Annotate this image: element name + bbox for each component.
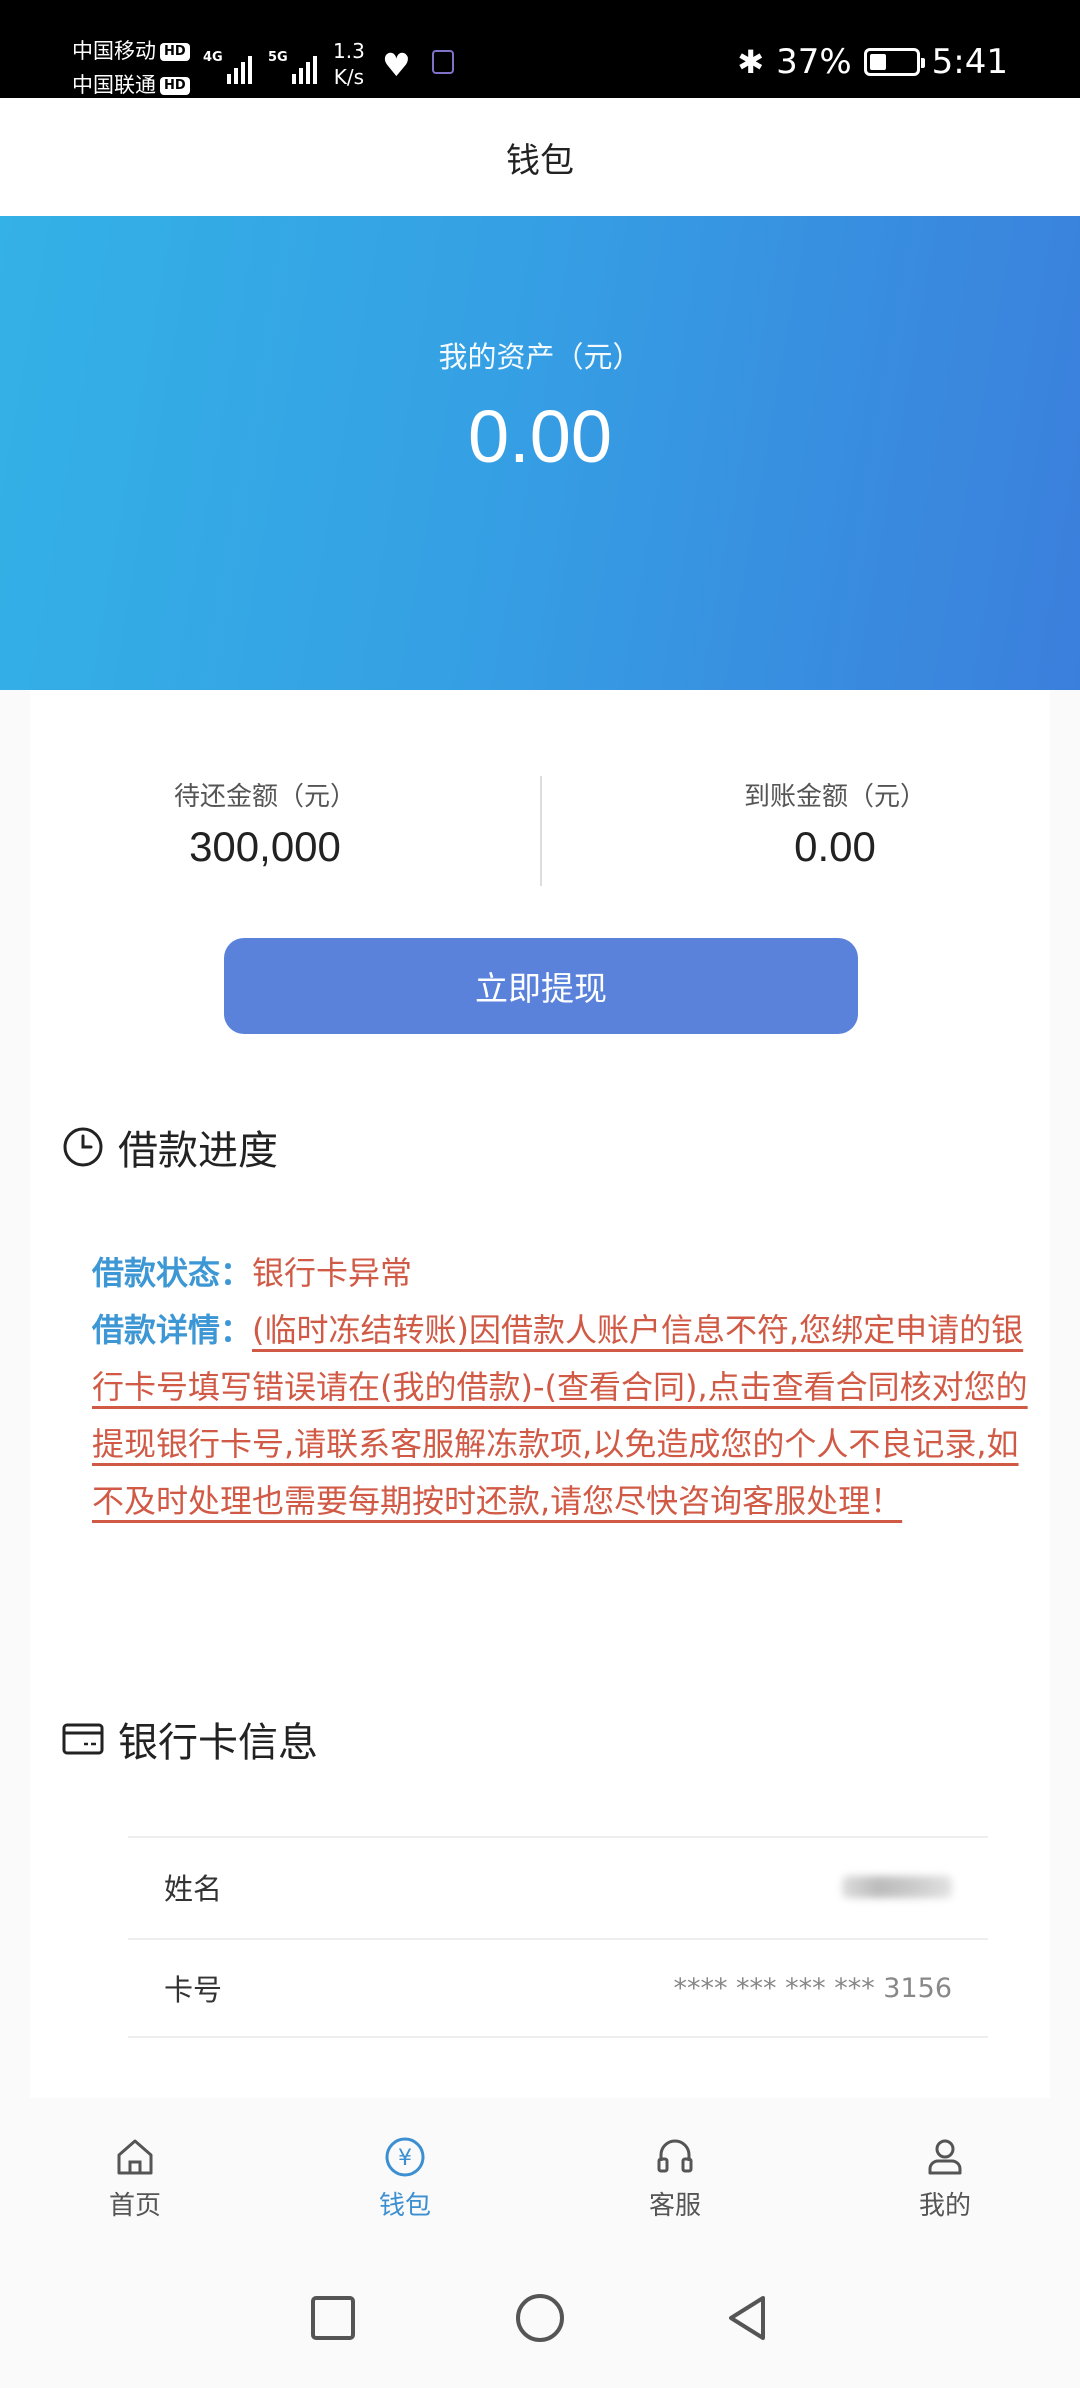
- app-notification-icon: [432, 50, 454, 74]
- pending-repay-label: 待还金额（元）: [173, 782, 356, 812]
- bank-name-row: 姓名: [128, 1836, 988, 1936]
- bank-card-row: 卡号 **** *** *** *** 3156: [128, 1938, 988, 2038]
- loan-progress-title: 借款进度: [62, 1118, 278, 1176]
- system-nav-bar: [0, 2248, 1080, 2388]
- pending-repay: 待还金额（元） 300,000: [140, 776, 390, 871]
- hd-badge: HD: [160, 43, 190, 61]
- assets-value: 0.00: [467, 395, 613, 478]
- clock: 5:41: [931, 42, 1008, 82]
- tab-label: 我的: [918, 2190, 971, 2221]
- home-icon: [117, 2139, 153, 2174]
- tab-home[interactable]: 首页: [0, 2108, 270, 2248]
- speed-value: 1.3: [333, 39, 365, 63]
- recents-icon[interactable]: [309, 2294, 357, 2342]
- bank-card-icon: [62, 1723, 104, 1755]
- carrier-info: 中国移动 HD 中国联通 HD: [72, 34, 190, 102]
- svg-text:¥: ¥: [398, 2146, 412, 2171]
- user-icon: [928, 2139, 962, 2174]
- network-type: 5G: [268, 50, 288, 65]
- loan-status-value: 银行卡异常: [252, 1254, 413, 1292]
- pending-repay-value: 300,000: [189, 823, 341, 870]
- section-title-text: 借款进度: [118, 1128, 278, 1174]
- bank-info-title: 银行卡信息: [62, 1710, 318, 1768]
- network-speed: 1.3 K/s: [333, 38, 365, 90]
- wallet-page: 中国移动 HD 中国联通 HD 4G 5G 1.3 K/s ♥ ✱ 37% 5:41…: [0, 0, 1080, 2388]
- carrier-1: 中国移动: [72, 39, 156, 63]
- status-right: ✱ 37% 5:41: [737, 42, 1008, 82]
- received-amount-label: 到账金额（元）: [743, 782, 926, 812]
- received-amount-value: 0.00: [794, 823, 876, 870]
- assets-banner: 我的资产（元） 0.00: [0, 216, 1080, 690]
- headset-icon: [657, 2139, 693, 2172]
- loan-detail: 借款状态：银行卡异常 借款详情：(临时冻结转账)因借款人账户信息不符,您绑定申请…: [92, 1245, 1032, 1530]
- card-value: **** *** *** *** 3156: [673, 1972, 952, 2004]
- tab-service[interactable]: 客服: [540, 2108, 810, 2248]
- loan-detail-line: 借款详情：(临时冻结转账)因借款人账户信息不符,您绑定申请的银行卡号填写错误请在…: [92, 1302, 1032, 1530]
- speed-unit: K/s: [333, 65, 365, 89]
- withdraw-button[interactable]: 立即提现: [224, 938, 858, 1034]
- page-title: 钱包: [0, 98, 1080, 216]
- heart-icon: ♥: [382, 46, 411, 84]
- balance-summary: 待还金额（元） 300,000 到账金额（元） 0.00: [30, 776, 1050, 886]
- home-nav-icon[interactable]: [514, 2292, 566, 2344]
- tab-profile[interactable]: 我的: [810, 2108, 1080, 2248]
- loan-status-line: 借款状态：银行卡异常: [92, 1245, 1032, 1302]
- status-bar: 中国移动 HD 中国联通 HD 4G 5G 1.3 K/s ♥ ✱ 37% 5:41: [0, 0, 1080, 98]
- signal-icon: 4G: [203, 50, 252, 84]
- bottom-tab-bar: 首页 ¥ 钱包 客服 我的: [0, 2108, 1080, 2248]
- name-value-redacted: [842, 1876, 952, 1898]
- signal-icons: 4G 5G: [203, 44, 317, 84]
- tab-label: 钱包: [378, 2190, 431, 2221]
- card-label: 卡号: [164, 1973, 223, 2007]
- summary-divider: [540, 776, 542, 886]
- battery-fill: [869, 54, 886, 70]
- tab-wallet[interactable]: ¥ 钱包: [270, 2108, 540, 2248]
- battery-icon: [863, 48, 925, 76]
- wallet-icon: ¥: [385, 2137, 425, 2176]
- bluetooth-icon: ✱: [737, 43, 765, 81]
- network-type: 4G: [203, 50, 223, 65]
- tab-label: 客服: [648, 2190, 701, 2221]
- battery-percent: 37%: [776, 42, 852, 82]
- section-title-text: 银行卡信息: [118, 1720, 318, 1766]
- name-label: 姓名: [164, 1872, 223, 1906]
- assets-label: 我的资产（元）: [438, 340, 642, 374]
- tab-label: 首页: [108, 2190, 161, 2221]
- carrier-2: 中国联通: [72, 73, 156, 97]
- loan-status-key: 借款状态：: [92, 1254, 253, 1292]
- loan-detail-key: 借款详情：: [92, 1311, 253, 1349]
- back-icon[interactable]: [723, 2294, 771, 2342]
- received-amount: 到账金额（元） 0.00: [700, 776, 970, 871]
- signal-icon: 5G: [268, 50, 317, 84]
- clock-icon: [63, 1127, 103, 1167]
- hd-badge: HD: [160, 77, 190, 95]
- wallet-card: 待还金额（元） 300,000 到账金额（元） 0.00 立即提现 借款进度 借…: [30, 690, 1050, 2098]
